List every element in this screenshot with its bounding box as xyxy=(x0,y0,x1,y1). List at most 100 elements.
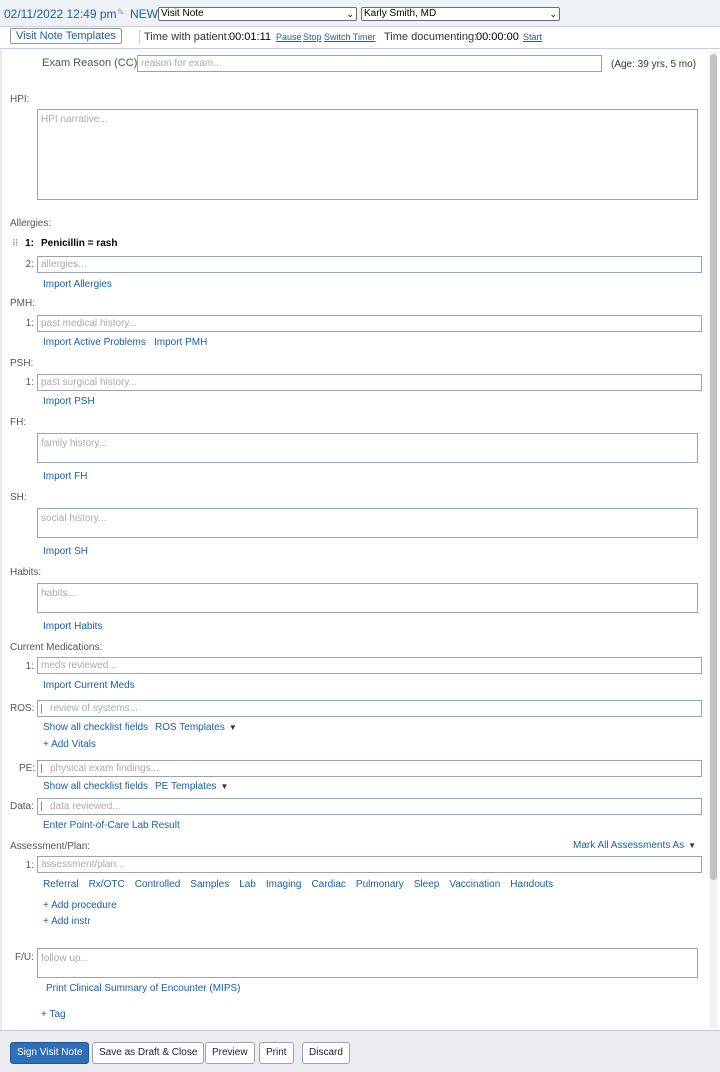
data-label: Data: xyxy=(10,801,34,812)
visit-datetime[interactable]: 02/11/2022 12:49 pm xyxy=(4,7,117,21)
order-link-rx-otc[interactable]: Rx/OTC xyxy=(89,879,125,890)
psh-input[interactable]: past surgical history... xyxy=(37,374,702,391)
time-with-patient-value: 00:01:11 xyxy=(229,31,272,43)
sign-visit-note-button[interactable]: Sign Visit Note xyxy=(10,1042,90,1064)
time-documenting-label: Time documenting: xyxy=(384,31,478,43)
sh-textarea[interactable]: social history... xyxy=(37,508,698,538)
pe-input[interactable]: physical exam findings... xyxy=(37,760,702,777)
print-clinical-summary-link[interactable]: Print Clinical Summary of Encounter (MIP… xyxy=(46,983,241,994)
followup-label: F/U: xyxy=(15,952,34,963)
ros-show-all-checklist-link[interactable]: Show all checklist fields xyxy=(43,722,148,733)
data-input[interactable]: data reviewed... xyxy=(37,798,702,815)
divider xyxy=(139,30,140,44)
meds-input[interactable]: meds reviewed... xyxy=(37,657,702,674)
order-links: Referral Rx/OTC Controlled Samples Lab Imagin… xyxy=(43,879,553,890)
order-link-sleep[interactable]: Sleep xyxy=(414,879,440,890)
psh-label: PSH: xyxy=(10,358,34,369)
save-draft-close-button[interactable]: Save as Draft & Close xyxy=(92,1042,205,1064)
allergies-input[interactable]: allergies... xyxy=(37,256,702,273)
text-cursor xyxy=(41,703,42,713)
assessment-plan-label: Assessment/Plan: xyxy=(10,841,91,852)
allergy-item[interactable]: Penicillin = rash xyxy=(41,238,117,249)
order-link-cardiac[interactable]: Cardiac xyxy=(311,879,345,890)
pe-templates-dropdown[interactable]: PE Templates ▼ xyxy=(155,781,228,792)
hpi-textarea[interactable]: HPI narrative... xyxy=(37,109,698,200)
scrollbar-thumb[interactable] xyxy=(710,54,717,880)
patient-age: (Age: 39 yrs, 5 mo) xyxy=(611,59,697,70)
time-with-patient-label: Time with patient: xyxy=(144,31,230,43)
ros-templates-dropdown[interactable]: ROS Templates ▼ xyxy=(155,722,237,733)
pmh-label: PMH: xyxy=(10,298,35,309)
text-cursor xyxy=(41,763,42,773)
current-medications-label: Current Medications: xyxy=(10,642,103,653)
exam-reason-input[interactable]: reason for exam... xyxy=(137,55,602,72)
pe-show-all-checklist-link[interactable]: Show all checklist fields xyxy=(43,781,148,792)
order-link-samples[interactable]: Samples xyxy=(190,879,229,890)
left-edge xyxy=(0,50,2,1030)
add-instr-link[interactable]: + Add instr xyxy=(43,916,91,927)
meds-number: 1: xyxy=(25,661,34,672)
provider-value: Karly Smith, MD xyxy=(364,8,437,19)
import-fh-link[interactable]: Import FH xyxy=(43,471,87,482)
pe-label: PE: xyxy=(19,763,36,774)
sh-label: SH: xyxy=(10,492,27,503)
switch-timer-link[interactable]: Switch Timer xyxy=(324,32,376,42)
ros-placeholder: review of systems... xyxy=(50,703,138,714)
import-sh-link[interactable]: Import SH xyxy=(43,546,88,557)
add-tag-link[interactable]: + Tag xyxy=(41,1009,66,1020)
order-link-imaging[interactable]: Imaging xyxy=(266,879,302,890)
followup-textarea[interactable]: follow up... xyxy=(37,948,698,978)
pmh-number: 1: xyxy=(25,318,34,329)
provider-select[interactable]: Karly Smith, MD ⌄ xyxy=(361,7,560,21)
pencil-icon[interactable]: ✎ xyxy=(117,7,125,18)
scrollbar[interactable] xyxy=(709,52,718,1028)
pmh-input[interactable]: past medical history... xyxy=(37,315,702,332)
note-type-select[interactable]: Visit Note ⌄ xyxy=(158,7,357,21)
import-current-meds-link[interactable]: Import Current Meds xyxy=(43,680,135,691)
order-link-handouts[interactable]: Handouts xyxy=(510,879,553,890)
chevron-down-icon: ⌄ xyxy=(346,9,354,19)
order-link-referral[interactable]: Referral xyxy=(43,879,79,890)
fh-textarea[interactable]: family history... xyxy=(37,433,698,463)
ros-templates-label: ROS Templates xyxy=(155,722,225,733)
timer-bar: Visit Note Templates Time with patient: … xyxy=(0,27,720,49)
import-psh-link[interactable]: Import PSH xyxy=(43,396,95,407)
drag-handle-icon[interactable]: ⠿ xyxy=(12,239,20,248)
print-button[interactable]: Print xyxy=(259,1042,294,1064)
time-documenting-value: 00:00:00 xyxy=(476,31,519,43)
mark-all-label: Mark All Assessments As xyxy=(573,840,685,851)
caret-down-icon: ▼ xyxy=(688,841,697,850)
preview-button[interactable]: Preview xyxy=(205,1042,255,1064)
pause-link[interactable]: Pause xyxy=(276,32,302,42)
ros-input[interactable]: review of systems... xyxy=(37,700,702,717)
allergy-new-number: 2: xyxy=(25,259,34,270)
add-vitals-link[interactable]: + Add Vitals xyxy=(43,739,96,750)
habits-label: Habits: xyxy=(10,567,42,578)
import-pmh-link[interactable]: Import PMH xyxy=(154,337,207,348)
import-allergies-link[interactable]: Import Allergies xyxy=(43,279,112,290)
order-link-pulmonary[interactable]: Pulmonary xyxy=(356,879,404,890)
exam-reason-label: Exam Reason (CC): xyxy=(42,57,141,69)
add-procedure-link[interactable]: + Add procedure xyxy=(43,900,117,911)
assessment-input[interactable]: assessment/plan... xyxy=(37,856,702,873)
import-active-problems-link[interactable]: Import Active Problems xyxy=(43,337,146,348)
psh-number: 1: xyxy=(25,377,34,388)
order-link-controlled[interactable]: Controlled xyxy=(135,879,181,890)
assessment-number: 1: xyxy=(25,860,34,871)
footer-action-bar: Sign Visit Note Save as Draft & Close Pr… xyxy=(0,1030,720,1072)
order-link-lab[interactable]: Lab xyxy=(239,879,256,890)
pe-placeholder: physical exam findings... xyxy=(50,763,159,774)
enter-poc-lab-result-link[interactable]: Enter Point-of-Care Lab Result xyxy=(43,820,180,831)
data-placeholder: data reviewed... xyxy=(50,801,121,812)
mark-all-assessments-dropdown[interactable]: Mark All Assessments As ▼ xyxy=(573,840,696,851)
habits-textarea[interactable]: habits... xyxy=(37,583,698,613)
start-link[interactable]: Start xyxy=(523,32,542,42)
visit-note-templates-button[interactable]: Visit Note Templates xyxy=(10,28,122,44)
discard-button[interactable]: Discard xyxy=(302,1042,350,1064)
order-link-vaccination[interactable]: Vaccination xyxy=(449,879,500,890)
ros-label: ROS: xyxy=(10,703,35,714)
stop-link[interactable]: Stop xyxy=(303,32,322,42)
new-badge: NEW xyxy=(130,7,158,21)
hpi-label: HPI: xyxy=(10,94,30,105)
import-habits-link[interactable]: Import Habits xyxy=(43,621,102,632)
